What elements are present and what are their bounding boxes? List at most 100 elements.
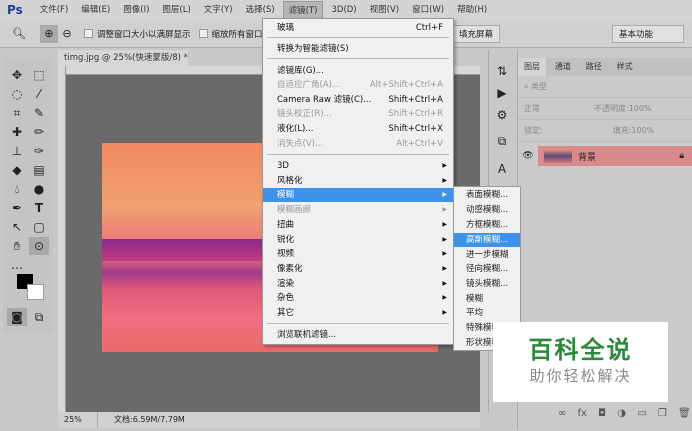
character-panel-icon[interactable]: A (492, 160, 512, 178)
pen-tool-icon[interactable]: ✒ (7, 199, 27, 217)
menu-item-distort[interactable]: 扭曲 ▶ (263, 218, 453, 232)
link-icon[interactable]: ∞ (558, 408, 566, 419)
menu-layer[interactable]: 图层(L) (157, 1, 195, 19)
menu-file[interactable]: 文件(F) (35, 1, 74, 19)
menu-view[interactable]: 视图(V) (365, 1, 404, 19)
menu-select[interactable]: 选择(S) (241, 1, 280, 19)
actions-panel-icon[interactable]: ▶ (492, 84, 512, 102)
more-tools-icon[interactable]: … (7, 256, 27, 274)
submenu-average[interactable]: 平均 (454, 306, 520, 320)
menu-3d[interactable]: 3D(D) (326, 1, 361, 19)
menu-item-browse-online[interactable]: 浏览联机滤镜... (263, 328, 453, 342)
tab-styles[interactable]: 样式 (611, 58, 639, 76)
visibility-eye-icon[interactable]: 👁︎ (518, 151, 538, 161)
history-brush-icon[interactable]: ✑ (29, 142, 49, 160)
crop-tool-icon[interactable]: ⌗ (7, 104, 27, 122)
menu-item-adaptive-wide-angle: 自适应广角(A)... Alt+Shift+Ctrl+A (263, 78, 453, 92)
zoom-tool-preset-icon[interactable]: 🔍︎ (10, 25, 28, 43)
hand-tool-icon[interactable]: ✋︎ (7, 237, 27, 255)
adjustment-icon[interactable]: ◑ (617, 408, 626, 419)
eraser-icon[interactable]: ◆ (7, 161, 27, 179)
properties-panel-icon[interactable]: ⚙ (492, 106, 512, 124)
magic-wand-icon[interactable]: ⁄ (29, 85, 49, 103)
zoom-tool-icon[interactable]: ⊙ (29, 237, 49, 255)
zoom-all-checkbox[interactable] (198, 29, 208, 38)
menu-item-blur[interactable]: 模糊 ▶ (263, 188, 453, 202)
zoom-level[interactable]: 25% (58, 412, 98, 428)
menu-image[interactable]: 图像(I) (118, 1, 154, 19)
submenu-gaussian-blur[interactable]: 高斯模糊... (454, 233, 520, 247)
screen-mode-icon[interactable]: ⧉ (29, 308, 49, 326)
background-color-swatch[interactable] (27, 284, 44, 300)
menu-item-3d[interactable]: 3D ▶ (263, 159, 453, 173)
submenu-motion-blur[interactable]: 动感模糊... (454, 203, 520, 217)
path-select-icon[interactable]: ↖ (7, 218, 27, 236)
menu-item-lens-correction: 镜头校正(R)... Shift+Ctrl+R (263, 107, 453, 121)
trash-icon[interactable]: 🗑︎ (678, 408, 691, 419)
workspace-select[interactable]: 基本功能 (612, 24, 684, 43)
history-panel-icon[interactable]: ⇅ (492, 62, 512, 80)
new-layer-icon[interactable]: ❐ (658, 408, 667, 419)
marquee-tool-icon[interactable]: ⬚ (29, 66, 49, 84)
menu-filter[interactable]: 滤镜(T) (282, 1, 324, 19)
layer-filter-select[interactable]: 类型 (531, 81, 547, 92)
label: 锐化 (277, 235, 295, 245)
label: Camera Raw 滤镜(C)... (277, 95, 372, 105)
menu-item-video[interactable]: 视频 ▶ (263, 247, 453, 261)
submenu-arrow-icon: ▶ (442, 265, 447, 272)
submenu-surface-blur[interactable]: 表面模糊... (454, 188, 520, 202)
submenu-lens-blur[interactable]: 镜头模糊... (454, 277, 520, 291)
lasso-tool-icon[interactable]: ◌ (7, 85, 27, 103)
shape-tool-icon[interactable]: ▢ (29, 218, 49, 236)
menu-window[interactable]: 窗口(W) (407, 1, 449, 19)
tab-layers[interactable]: 图层 (518, 58, 546, 76)
search-icon: ⌕ (524, 81, 529, 91)
menu-item-smart-filter[interactable]: 转换为智能滤镜(S) (263, 42, 453, 56)
submenu-radial-blur[interactable]: 径向模糊... (454, 262, 520, 276)
clone-source-icon[interactable]: ⧉ (492, 132, 512, 150)
eyedropper-icon[interactable]: ✎ (29, 104, 49, 122)
shortcut: Alt+Ctrl+V (396, 139, 443, 149)
resize-windows-checkbox[interactable] (84, 29, 93, 38)
zoom-out-icon[interactable]: ⊖ (58, 25, 76, 43)
menu-item-other[interactable]: 其它 ▶ (263, 306, 453, 320)
separator (267, 323, 449, 324)
menu-type[interactable]: 文字(Y) (199, 1, 238, 19)
menu-item-last-filter[interactable]: 玻璃 Ctrl+F (263, 21, 453, 35)
menu-item-stylize[interactable]: 风格化 ▶ (263, 174, 453, 188)
stamp-tool-icon[interactable]: ⊥ (7, 142, 27, 160)
zoom-in-icon[interactable]: ⊕ (40, 24, 58, 43)
type-tool-icon[interactable]: T (29, 199, 49, 217)
menu-item-liquify[interactable]: 液化(L)... Shift+Ctrl+X (263, 122, 453, 136)
menu-item-filter-gallery[interactable]: 滤镜库(G)... (263, 64, 453, 78)
quick-mask-icon[interactable]: ◙ (7, 308, 27, 326)
move-tool-icon[interactable]: ✥ (7, 66, 27, 84)
opacity-input[interactable]: 100% (629, 104, 652, 113)
fill-input[interactable]: 100% (631, 126, 654, 135)
document-tab[interactable]: timg.jpg @ 25%(快速蒙版/8) * (58, 50, 188, 66)
layer-row[interactable]: 👁︎ 背景 🔒︎ (518, 145, 692, 167)
menu-item-render[interactable]: 渲染 ▶ (263, 277, 453, 291)
healing-brush-icon[interactable]: ✚ (7, 123, 27, 141)
tab-channels[interactable]: 通道 (549, 58, 577, 76)
menu-item-pixelate[interactable]: 像素化 ▶ (263, 262, 453, 276)
blur-tool-icon[interactable]: 💧︎ (7, 180, 27, 198)
submenu-blur[interactable]: 模糊 (454, 292, 520, 306)
brush-tool-icon[interactable]: ✏ (29, 123, 49, 141)
submenu-arrow-icon: ▶ (442, 236, 447, 243)
fx-icon[interactable]: fx (578, 408, 587, 419)
dodge-tool-icon[interactable]: ● (29, 180, 49, 198)
tab-paths[interactable]: 路径 (580, 58, 608, 76)
blend-mode-select[interactable]: 正常 (524, 103, 594, 114)
submenu-blur-more[interactable]: 进一步模糊 (454, 248, 520, 262)
mask-icon[interactable]: ◘ (598, 408, 606, 419)
menu-item-sharpen[interactable]: 锐化 ▶ (263, 233, 453, 247)
group-icon[interactable]: ▭ (637, 408, 646, 419)
menu-item-camera-raw[interactable]: Camera Raw 滤镜(C)... Shift+Ctrl+A (263, 93, 453, 107)
fill-screen-button[interactable]: 填充屏幕 (452, 24, 501, 43)
submenu-box-blur[interactable]: 方框模糊... (454, 218, 520, 232)
menu-edit[interactable]: 编辑(E) (76, 1, 115, 19)
menu-item-noise[interactable]: 杂色 ▶ (263, 291, 453, 305)
gradient-icon[interactable]: ▤ (29, 161, 49, 179)
menu-help[interactable]: 帮助(H) (452, 1, 492, 19)
